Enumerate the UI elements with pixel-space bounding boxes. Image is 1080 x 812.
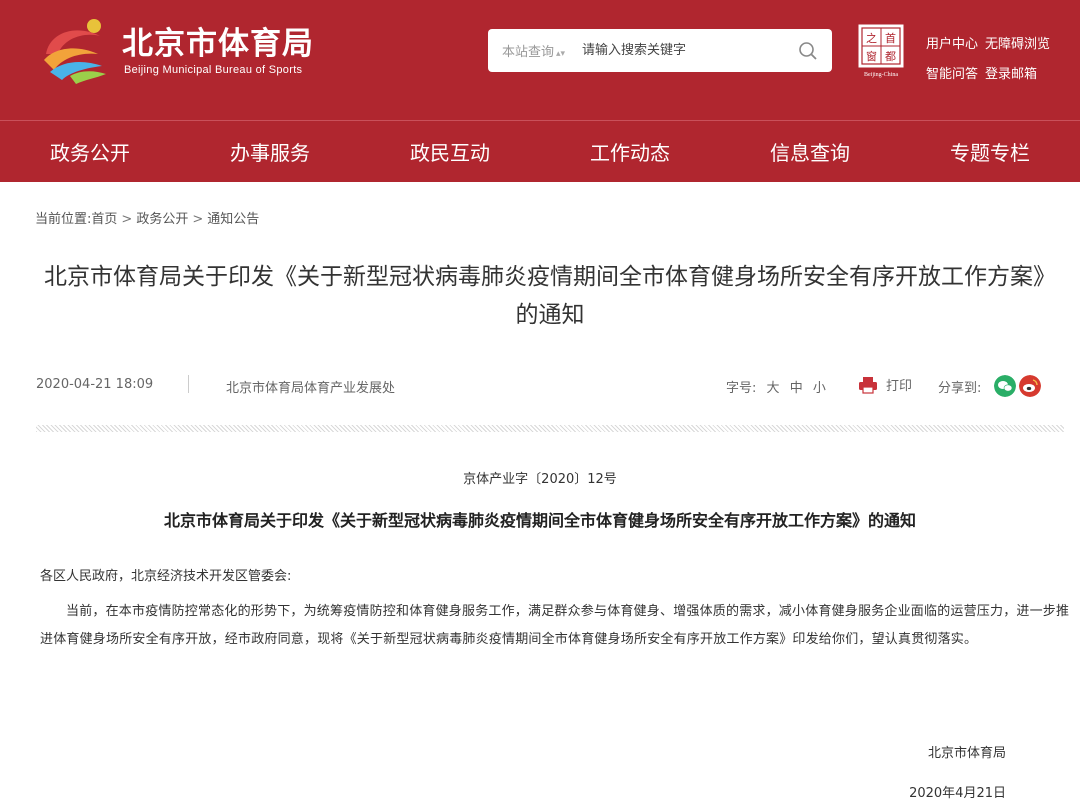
search-scope-label: 本站查询 [502, 45, 555, 60]
font-size-medium[interactable]: 中 [790, 381, 803, 396]
nav-item-interaction[interactable]: 政民互动 [360, 137, 540, 166]
breadcrumb-home[interactable]: 首页 [91, 212, 117, 227]
document-title: 北京市体育局关于印发《关于新型冠状病毒肺炎疫情期间全市体育健身场所安全有序开放工… [163, 511, 916, 530]
nav-item-special-topics[interactable]: 专题专栏 [900, 137, 1080, 166]
weibo-icon[interactable] [1019, 375, 1041, 397]
font-size-control: 字号: 大 中 小 [726, 377, 826, 396]
source-department: 北京市体育局体育产业发展处 [226, 381, 396, 396]
document-number: 京体产业字〔2020〕12号 [463, 472, 617, 487]
salutation: 各区人民政府，北京经济技术开发区管委会: [40, 569, 292, 584]
printer-icon [859, 376, 877, 394]
search-button[interactable] [794, 37, 822, 65]
capital-window-icon: 之 首 窗 都 Beijing-China [858, 24, 904, 78]
nav-item-government-affairs[interactable]: 政务公开 [0, 137, 180, 166]
font-size-label: 字号: [726, 381, 757, 396]
dotted-divider [36, 425, 1064, 432]
bureau-logo-icon[interactable] [40, 14, 112, 84]
login-mailbox-link[interactable]: 登录邮箱 [985, 60, 1037, 90]
smart-qa-link[interactable]: 智能问答 [926, 60, 978, 90]
capital-char-2: 首 [885, 31, 896, 45]
font-size-small[interactable]: 小 [813, 381, 826, 396]
signature-date: 2020年4月21日 [909, 786, 1006, 801]
site-name-en: Beijing Municipal Bureau of Sports [124, 64, 303, 76]
wechat-icon[interactable] [994, 375, 1016, 397]
top-links: 用户中心 无障碍浏览 智能问答 登录邮箱 [926, 30, 1050, 90]
breadcrumb-separator: > [192, 212, 204, 227]
breadcrumb: 当前位置:首页 > 政务公开 > 通知公告 [35, 208, 259, 227]
up-down-arrow-icon: ▴▾ [556, 49, 566, 59]
nav-item-info-query[interactable]: 信息查询 [720, 137, 900, 166]
breadcrumb-separator: > [121, 212, 133, 227]
search-input[interactable] [582, 37, 772, 63]
share-label: 分享到: [938, 381, 982, 396]
article-meta: 2020-04-21 18:09 北京市体育局体育产业发展处 字号: 大 中 小… [36, 375, 1046, 397]
capital-char-3: 窗 [866, 49, 877, 63]
capital-char-4: 都 [885, 50, 896, 63]
breadcrumb-prefix: 当前位置: [35, 212, 92, 227]
search-box: 本站查询 ▴▾ [488, 29, 832, 72]
print-label: 打印 [886, 379, 913, 394]
nav-item-services[interactable]: 办事服务 [180, 137, 360, 166]
capital-char-1: 之 [866, 31, 877, 45]
publish-date: 2020-04-21 18:09 [36, 377, 154, 392]
site-name[interactable]: 北京市体育局 [122, 18, 314, 63]
page-title: 北京市体育局关于印发《关于新型冠状病毒肺炎疫情期间全市体育健身场所安全有序开放工… [44, 264, 1056, 328]
search-scope-select[interactable]: 本站查询 ▴▾ [502, 41, 565, 60]
capital-window-logo[interactable]: 之 首 窗 都 Beijing-China [858, 24, 904, 78]
breadcrumb-notices[interactable]: 通知公告 [207, 212, 259, 227]
accessibility-link[interactable]: 无障碍浏览 [985, 30, 1050, 60]
main-nav: 政务公开 办事服务 政民互动 工作动态 信息查询 专题专栏 [0, 120, 1080, 182]
search-icon [799, 42, 817, 60]
body-paragraph: 当前，在本市疫情防控常态化的形势下，为统筹疫情防控和体育健身服务工作，满足群众参… [40, 604, 1070, 647]
user-center-link[interactable]: 用户中心 [926, 30, 978, 60]
breadcrumb-gov-affairs[interactable]: 政务公开 [136, 212, 188, 227]
print-button[interactable]: 打印 [858, 375, 912, 394]
nav-item-work-news[interactable]: 工作动态 [540, 137, 720, 166]
font-size-large[interactable]: 大 [767, 381, 780, 396]
meta-divider [188, 375, 189, 393]
signature: 北京市体育局 [927, 746, 1006, 761]
capital-caption: Beijing-China [864, 72, 898, 78]
site-header: 北京市体育局 Beijing Municipal Bureau of Sport… [0, 0, 1080, 120]
share-bar: 分享到: [938, 375, 1041, 397]
